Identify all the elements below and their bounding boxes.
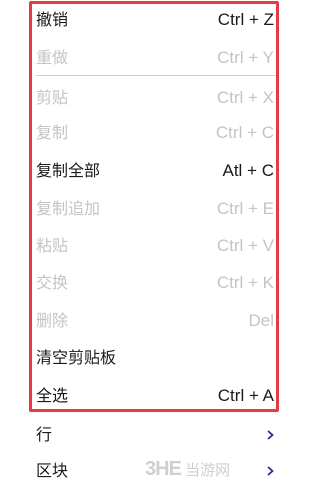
menu-item-label: 交换 bbox=[36, 273, 69, 292]
menu-item-paste[interactable]: 粘贴 Ctrl + V bbox=[36, 232, 276, 260]
menu-item-shortcut: Ctrl + E bbox=[216, 199, 274, 218]
menu-item-redo[interactable]: 重做 Ctrl + Y bbox=[36, 44, 276, 72]
menu-item-label: 复制追加 bbox=[36, 199, 101, 218]
chevron-right-icon bbox=[262, 421, 276, 449]
watermark-text: 当游网 bbox=[185, 462, 231, 479]
menu-item-shortcut: Ctrl + X bbox=[216, 88, 274, 107]
menu-item-label: 全选 bbox=[36, 386, 69, 405]
menu-item-copy-append[interactable]: 复制追加 Ctrl + E bbox=[36, 195, 276, 223]
menu-item-cut[interactable]: 剪贴 Ctrl + X bbox=[36, 84, 276, 112]
menu-item-label: 删除 bbox=[36, 311, 69, 330]
menu-item-label: 复制全部 bbox=[36, 161, 101, 180]
menu-separator bbox=[36, 75, 276, 76]
menu-item-label: 粘贴 bbox=[36, 236, 69, 255]
menu-item-label: 剪贴 bbox=[36, 88, 69, 107]
menu-item-label: 撤销 bbox=[36, 10, 69, 29]
menu-item-undo[interactable]: 撤销 Ctrl + Z bbox=[36, 6, 276, 34]
menu-item-shortcut: Ctrl + A bbox=[217, 386, 274, 405]
menu-item-select-all[interactable]: 全选 Ctrl + A bbox=[36, 382, 276, 410]
menu-item-label: 清空剪贴板 bbox=[36, 348, 117, 367]
menu-item-shortcut: Ctrl + Z bbox=[217, 10, 274, 29]
menu-item-label: 重做 bbox=[36, 48, 69, 67]
menu-item-label: 行 bbox=[36, 425, 53, 444]
menu-item-shortcut: Ctrl + K bbox=[216, 273, 274, 292]
menu-item-delete[interactable]: 删除 Del bbox=[36, 307, 276, 335]
menu-item-shortcut: Ctrl + Y bbox=[217, 48, 274, 67]
watermark-logo: 3HE bbox=[145, 458, 182, 480]
menu-item-shortcut: Atl + C bbox=[222, 161, 275, 180]
menu-item-label: 复制 bbox=[36, 123, 69, 142]
menu-item-copy[interactable]: 复制 Ctrl + C bbox=[36, 119, 276, 147]
menu-item-shortcut: Ctrl + V bbox=[216, 236, 274, 255]
chevron-right-icon bbox=[262, 457, 276, 485]
edit-context-menu: 撤销 Ctrl + Z 重做 Ctrl + Y 剪贴 Ctrl + X 复制 C… bbox=[0, 0, 283, 496]
menu-item-shortcut: Ctrl + C bbox=[215, 123, 274, 142]
submenu-item-line[interactable]: 行 bbox=[36, 421, 276, 449]
menu-item-shortcut: Del bbox=[248, 311, 274, 330]
menu-item-swap[interactable]: 交换 Ctrl + K bbox=[36, 269, 276, 297]
menu-item-clear-clipboard[interactable]: 清空剪贴板 bbox=[36, 344, 276, 372]
watermark: 3HE 当游网 bbox=[145, 456, 230, 482]
menu-item-label: 区块 bbox=[36, 461, 69, 480]
menu-item-copy-all[interactable]: 复制全部 Atl + C bbox=[36, 157, 276, 185]
